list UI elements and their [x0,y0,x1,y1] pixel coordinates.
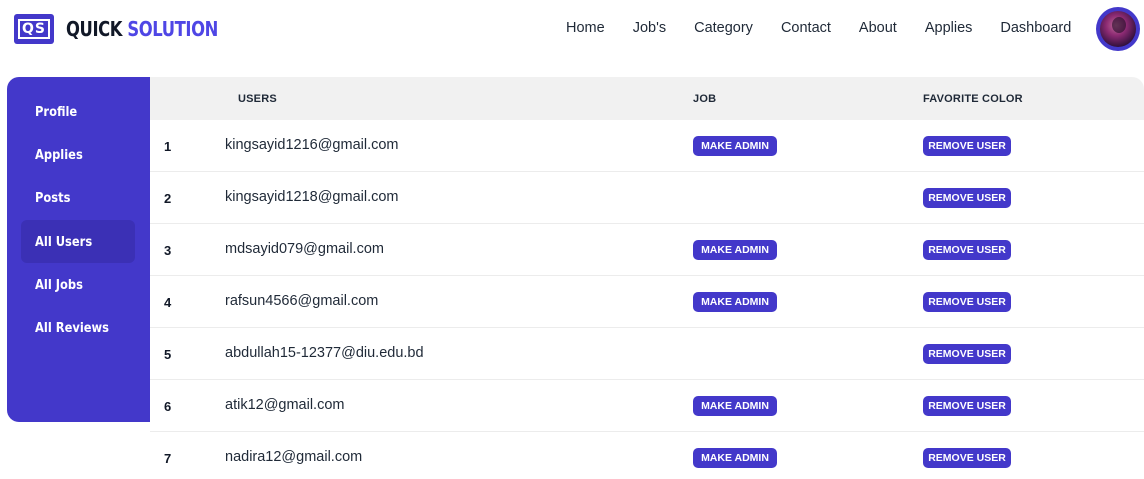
user-email: kingsayid1216@gmail.com [225,137,399,153]
logo-mark-text: QS [18,19,50,39]
user-email: nadira12@gmail.com [225,449,363,465]
sidebar-item-posts[interactable]: Posts [21,176,135,219]
sidebar-item-label: Posts [35,189,71,206]
avatar-photo [1100,11,1136,47]
nav-link-applies[interactable]: Applies [925,20,973,36]
user-email: rafsun4566@gmail.com [225,293,379,309]
nav-link-contact[interactable]: Contact [781,20,831,36]
sidebar-item-applies[interactable]: Applies [21,133,135,176]
table-row: 4 rafsun4566@gmail.com MAKE ADMIN REMOVE… [150,276,1144,328]
remove-user-button[interactable]: REMOVE USER [923,292,1011,312]
table-row: 5 abdullah15-12377@diu.edu.bd REMOVE USE… [150,328,1144,380]
row-number: 7 [164,451,172,466]
logo-text: QUICK SOLUTION [66,17,218,41]
nav-link-category[interactable]: Category [694,20,753,36]
table-row: 2 kingsayid1218@gmail.com REMOVE USER [150,172,1144,224]
row-number: 2 [164,191,172,206]
user-email: abdullah15-12377@diu.edu.bd [225,345,424,361]
make-admin-button[interactable]: MAKE ADMIN [693,292,777,312]
remove-user-button[interactable]: REMOVE USER [923,344,1011,364]
main-nav: Home Job's Category Contact About Applie… [566,20,1071,36]
row-number: 5 [164,347,172,362]
nav-link-dashboard[interactable]: Dashboard [1000,20,1071,36]
table-row: 3 mdsayid079@gmail.com MAKE ADMIN REMOVE… [150,224,1144,276]
remove-user-button[interactable]: REMOVE USER [923,240,1011,260]
remove-user-button[interactable]: REMOVE USER [923,448,1011,468]
sidebar-item-label: All Reviews [35,319,109,336]
user-email: kingsayid1218@gmail.com [225,189,399,205]
column-header-job: JOB [693,93,717,105]
make-admin-button[interactable]: MAKE ADMIN [693,396,777,416]
table-header: USERS JOB FAVORITE COLOR [150,77,1144,120]
row-number: 4 [164,295,172,310]
users-table: USERS JOB FAVORITE COLOR 1 kingsayid1216… [150,77,1144,479]
row-number: 3 [164,243,172,258]
sidebar-item-profile[interactable]: Profile [21,90,135,133]
dashboard-sidebar: Profile Applies Posts All Users All Jobs… [7,77,150,422]
remove-user-button[interactable]: REMOVE USER [923,396,1011,416]
row-number: 1 [164,139,172,154]
make-admin-button[interactable]: MAKE ADMIN [693,240,777,260]
make-admin-button[interactable]: MAKE ADMIN [693,448,777,468]
table-row: 1 kingsayid1216@gmail.com MAKE ADMIN REM… [150,120,1144,172]
sidebar-item-all-reviews[interactable]: All Reviews [21,306,135,349]
sidebar-item-all-jobs[interactable]: All Jobs [21,263,135,306]
logo-text-quick: QUICK [66,17,123,41]
nav-link-about[interactable]: About [859,20,897,36]
top-navbar: QS QUICK SOLUTION Home Job's Category Co… [0,0,1144,62]
row-number: 6 [164,399,172,414]
sidebar-item-all-users[interactable]: All Users [21,220,135,263]
user-email: atik12@gmail.com [225,397,345,413]
column-header-favorite-color: FAVORITE COLOR [923,93,1023,105]
make-admin-button[interactable]: MAKE ADMIN [693,136,777,156]
user-avatar[interactable] [1096,7,1140,51]
column-header-users: USERS [238,93,277,105]
table-row: 6 atik12@gmail.com MAKE ADMIN REMOVE USE… [150,380,1144,432]
logo-mark: QS [14,14,54,44]
nav-link-home[interactable]: Home [566,20,605,36]
sidebar-item-label: All Jobs [35,276,83,293]
nav-link-jobs[interactable]: Job's [633,20,666,36]
logo[interactable]: QS QUICK SOLUTION [14,14,251,44]
table-row: 7 nadira12@gmail.com MAKE ADMIN REMOVE U… [150,432,1144,479]
remove-user-button[interactable]: REMOVE USER [923,188,1011,208]
sidebar-item-label: All Users [35,233,93,250]
sidebar-item-label: Profile [35,103,78,120]
sidebar-item-label: Applies [35,146,83,163]
remove-user-button[interactable]: REMOVE USER [923,136,1011,156]
logo-text-solution: SOLUTION [127,17,218,41]
user-email: mdsayid079@gmail.com [225,241,384,257]
